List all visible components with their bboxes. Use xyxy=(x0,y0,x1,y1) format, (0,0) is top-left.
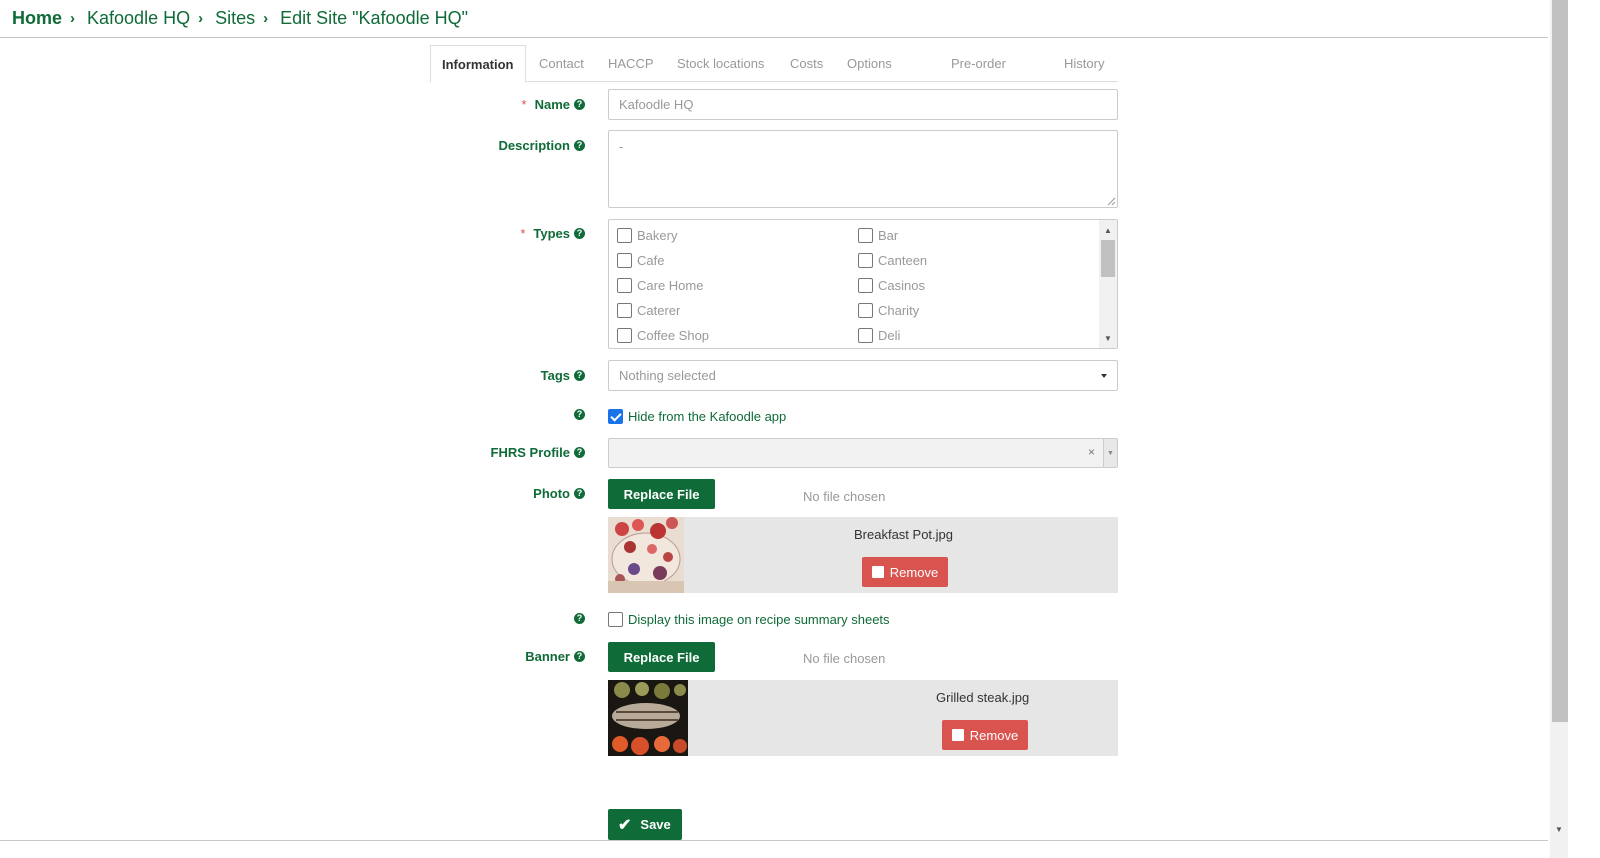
photo-preview-panel: Breakfast Pot.jpg Remove xyxy=(608,517,1118,593)
checkbox[interactable] xyxy=(608,612,623,627)
checkbox[interactable] xyxy=(617,327,632,343)
help-icon[interactable]: ? xyxy=(574,99,585,110)
help-icon[interactable]: ? xyxy=(574,447,585,458)
photo-file-name: Breakfast Pot.jpg xyxy=(854,527,953,542)
save-button[interactable]: ✔ Save xyxy=(608,809,682,840)
required-marker: * xyxy=(520,226,526,241)
help-icon[interactable]: ? xyxy=(574,140,585,151)
checkbox[interactable] xyxy=(858,327,873,343)
clear-icon[interactable]: × xyxy=(1088,445,1095,459)
photo-no-file-text: No file chosen xyxy=(803,489,886,504)
scroll-down-arrow-icon[interactable]: ▼ xyxy=(1099,330,1117,346)
name-label: * Name ? xyxy=(522,97,585,112)
banner-label: Banner ? xyxy=(525,649,585,664)
display-image-checkbox[interactable]: Display this image on recipe summary she… xyxy=(608,612,890,627)
banner-replace-file-button[interactable]: Replace File xyxy=(608,642,715,672)
photo-label: Photo ? xyxy=(533,486,585,501)
tab-pre-order[interactable]: Pre-order xyxy=(951,45,1006,82)
caret-down-icon xyxy=(1101,373,1107,378)
chevron-right-icon: › xyxy=(198,9,204,27)
caret-down-icon[interactable]: ▼ xyxy=(1103,439,1117,467)
tags-label: Tags ? xyxy=(541,368,585,383)
fhrs-profile-select[interactable]: × ▼ xyxy=(608,438,1118,468)
checkbox[interactable] xyxy=(617,252,632,268)
description-textarea[interactable]: - xyxy=(608,130,1118,208)
tab-information[interactable]: Information xyxy=(430,45,526,83)
fhrs-profile-label: FHRS Profile ? xyxy=(491,445,585,460)
type-option-bakery[interactable]: Bakery xyxy=(617,225,677,245)
types-label: * Types ? xyxy=(520,226,585,241)
checkmark-icon: ✔ xyxy=(618,816,632,834)
types-scrollbar[interactable]: ▲ ▼ xyxy=(1099,220,1117,348)
checkbox[interactable] xyxy=(858,277,873,293)
type-option-caterer[interactable]: Caterer xyxy=(617,300,680,320)
types-checkbox-list: Bakery Bar Cafe Canteen Care Home Casino… xyxy=(608,219,1118,349)
photo-thumbnail-image xyxy=(608,517,684,593)
type-option-charity[interactable]: Charity xyxy=(858,300,919,320)
type-option-coffee-shop[interactable]: Coffee Shop xyxy=(617,325,709,345)
tags-select[interactable]: Nothing selected xyxy=(608,360,1118,391)
checkbox-checked[interactable] xyxy=(608,409,623,424)
help-icon[interactable]: ? xyxy=(574,488,585,499)
help-icon[interactable]: ? xyxy=(574,651,585,662)
breadcrumb-home-link[interactable]: Home xyxy=(12,8,62,29)
checkbox[interactable] xyxy=(617,302,632,318)
checkbox-square-icon xyxy=(871,566,884,578)
checkbox[interactable] xyxy=(858,252,873,268)
header-divider xyxy=(0,37,1548,38)
type-option-cafe[interactable]: Cafe xyxy=(617,250,664,270)
scrollbar-thumb[interactable] xyxy=(1101,240,1115,277)
page-scrollbar[interactable]: ▼ xyxy=(1550,0,1568,858)
breadcrumb: Home › Kafoodle HQ › Sites › Edit Site "… xyxy=(12,6,468,30)
checkbox[interactable] xyxy=(617,227,632,243)
help-icon[interactable]: ? xyxy=(574,228,585,239)
checkbox[interactable] xyxy=(858,227,873,243)
footer-divider xyxy=(0,840,1548,841)
hide-app-help-label: ? xyxy=(570,409,585,420)
photo-replace-file-button[interactable]: Replace File xyxy=(608,479,715,509)
type-option-casinos[interactable]: Casinos xyxy=(858,275,925,295)
scroll-up-arrow-icon[interactable]: ▲ xyxy=(1099,222,1117,238)
type-option-bar[interactable]: Bar xyxy=(858,225,898,245)
breadcrumb-current: Edit Site "Kafoodle HQ" xyxy=(280,7,468,28)
banner-thumbnail-image xyxy=(608,680,688,756)
breadcrumb-sites-link[interactable]: Sites xyxy=(215,8,255,29)
type-option-deli[interactable]: Deli xyxy=(858,325,900,345)
help-icon[interactable]: ? xyxy=(574,613,585,624)
tab-haccp[interactable]: HACCP xyxy=(608,45,654,82)
help-icon[interactable]: ? xyxy=(574,370,585,381)
banner-file-name: Grilled steak.jpg xyxy=(936,690,1030,705)
breadcrumb-site-link[interactable]: Kafoodle HQ xyxy=(87,8,190,29)
name-input[interactable] xyxy=(608,89,1118,120)
checkbox[interactable] xyxy=(617,277,632,293)
scroll-down-arrow-icon[interactable]: ▼ xyxy=(1550,822,1568,836)
tab-stock-locations[interactable]: Stock locations xyxy=(677,45,764,82)
tab-bar: Information Contact HACCP Stock location… xyxy=(430,45,1118,83)
page-scrollbar-thumb[interactable] xyxy=(1552,0,1568,722)
hide-from-app-checkbox[interactable]: Hide from the Kafoodle app xyxy=(608,409,786,424)
required-marker: * xyxy=(521,97,527,112)
banner-no-file-text: No file chosen xyxy=(803,651,886,666)
type-option-care-home[interactable]: Care Home xyxy=(617,275,703,295)
checkbox-square-icon xyxy=(951,729,964,741)
tab-contact[interactable]: Contact xyxy=(539,45,584,82)
type-option-canteen[interactable]: Canteen xyxy=(858,250,927,270)
display-image-help-label: ? xyxy=(570,613,585,624)
banner-remove-button[interactable]: Remove xyxy=(942,720,1028,750)
banner-preview-panel: Grilled steak.jpg Remove xyxy=(608,680,1118,756)
photo-remove-button[interactable]: Remove xyxy=(862,557,948,587)
resize-handle-icon[interactable] xyxy=(1106,196,1116,206)
tab-options[interactable]: Options xyxy=(847,45,892,82)
description-label: Description ? xyxy=(498,138,585,153)
chevron-right-icon: › xyxy=(70,9,76,27)
help-icon[interactable]: ? xyxy=(574,409,585,420)
tab-costs[interactable]: Costs xyxy=(790,45,823,82)
checkbox[interactable] xyxy=(858,302,873,318)
chevron-right-icon: › xyxy=(263,9,269,27)
tab-history[interactable]: History xyxy=(1064,45,1104,82)
